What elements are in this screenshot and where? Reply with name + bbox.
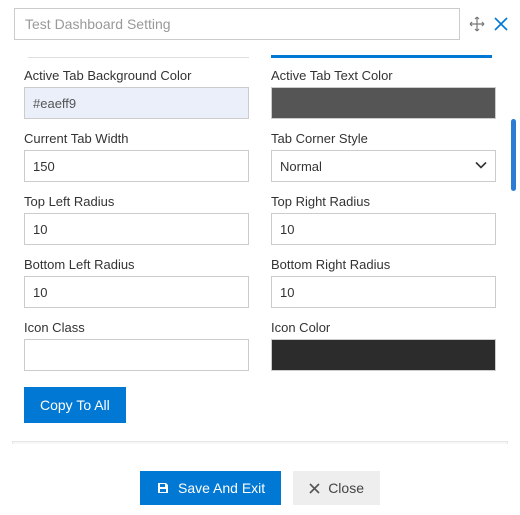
bottom-left-radius-input[interactable] (24, 276, 249, 308)
icon-color-label: Icon Color (271, 320, 496, 335)
close-button[interactable]: Close (293, 471, 380, 505)
icon-class-label: Icon Class (24, 320, 249, 335)
top-left-radius-label: Top Left Radius (24, 194, 249, 209)
active-tab-text-color-swatch[interactable] (271, 87, 496, 119)
active-tab-bg-input[interactable] (24, 87, 249, 119)
tab-indicator-active (271, 55, 492, 58)
tab-indicator-inactive (28, 54, 249, 58)
icon-color-swatch[interactable] (271, 339, 496, 371)
top-right-radius-label: Top Right Radius (271, 194, 496, 209)
icon-class-input[interactable] (24, 339, 249, 371)
bottom-left-radius-label: Bottom Left Radius (24, 257, 249, 272)
save-icon (156, 481, 170, 495)
bottom-right-radius-input[interactable] (271, 276, 496, 308)
copy-to-all-button[interactable]: Copy To All (24, 387, 126, 423)
close-x-icon (309, 483, 320, 494)
active-tab-text-label: Active Tab Text Color (271, 68, 496, 83)
bottom-right-radius-label: Bottom Right Radius (271, 257, 496, 272)
tab-level-security-accordion[interactable]: Tab Level Security (12, 441, 508, 444)
top-right-radius-input[interactable] (271, 213, 496, 245)
active-tab-bg-label: Active Tab Background Color (24, 68, 249, 83)
move-icon[interactable] (468, 15, 486, 33)
dashboard-title-input[interactable]: Test Dashboard Setting (14, 8, 460, 40)
scrollbar-thumb[interactable] (511, 119, 516, 191)
current-tab-width-label: Current Tab Width (24, 131, 249, 146)
tab-corner-style-label: Tab Corner Style (271, 131, 496, 146)
save-and-exit-button[interactable]: Save And Exit (140, 471, 281, 505)
top-left-radius-input[interactable] (24, 213, 249, 245)
tab-corner-style-select[interactable] (271, 150, 496, 182)
close-button-label: Close (328, 480, 364, 496)
current-tab-width-input[interactable] (24, 150, 249, 182)
save-button-label: Save And Exit (178, 480, 265, 496)
close-icon[interactable] (492, 15, 510, 33)
